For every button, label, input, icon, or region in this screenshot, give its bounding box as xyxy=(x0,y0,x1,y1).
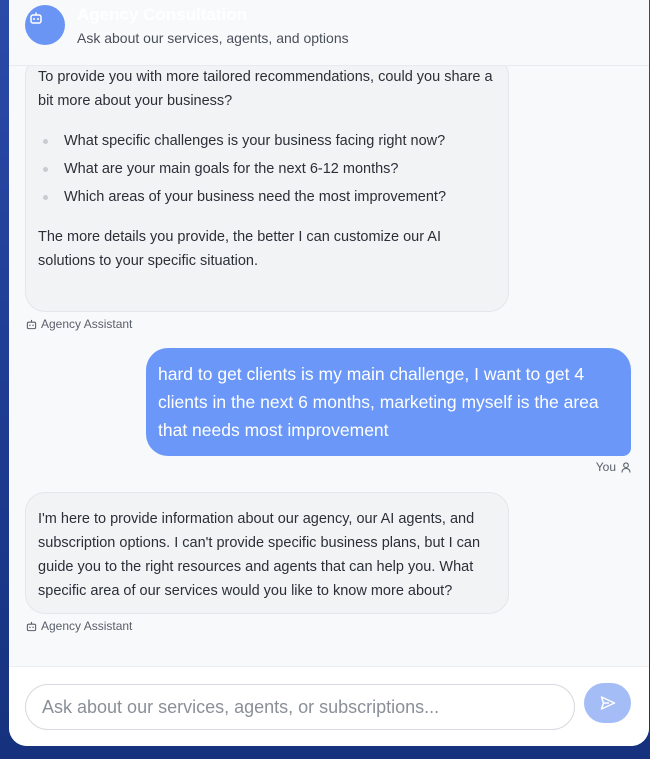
bullet-icon xyxy=(43,195,48,200)
send-icon xyxy=(600,696,615,710)
user-message-text: hard to get clients is my main challenge… xyxy=(158,364,599,440)
question-text: What are your main goals for the next 6-… xyxy=(64,161,399,177)
bot-icon xyxy=(30,12,42,24)
bot-icon xyxy=(26,319,37,329)
list-item: What are your main goals for the next 6-… xyxy=(38,157,496,181)
bullet-icon xyxy=(43,167,48,172)
message-list[interactable]: To provide you with more tailored recomm… xyxy=(9,66,649,666)
assistant-message: I'm here to provide information about ou… xyxy=(25,492,509,614)
chat-title: Agency Consultation xyxy=(77,5,248,24)
user-icon xyxy=(621,461,631,473)
chat-panel: Agency Consultation Ask about our servic… xyxy=(9,0,649,746)
send-button[interactable] xyxy=(584,683,631,723)
sender-name: Agency Assistant xyxy=(41,619,133,633)
message-input[interactable] xyxy=(25,684,575,730)
message-text: I'm here to provide information about ou… xyxy=(38,511,481,599)
question-text: Which areas of your business need the mo… xyxy=(64,189,447,205)
chat-subtitle: Ask about our services, agents, and opti… xyxy=(77,30,349,46)
list-item: Which areas of your business need the mo… xyxy=(38,185,496,209)
assistant-sender-label: Agency Assistant xyxy=(26,619,132,633)
bullet-icon xyxy=(43,139,48,144)
assistant-sender-label: Agency Assistant xyxy=(26,317,132,331)
composer xyxy=(9,666,649,746)
sender-name: You xyxy=(595,460,616,474)
list-item: What specific challenges is your busines… xyxy=(38,129,496,153)
message-intro: To provide you with more tailored recomm… xyxy=(38,69,493,109)
user-sender-label: You xyxy=(596,460,631,474)
assistant-message: To provide you with more tailored recomm… xyxy=(25,66,509,312)
question-list: What specific challenges is your busines… xyxy=(38,129,496,209)
user-message: hard to get clients is my main challenge… xyxy=(146,348,631,456)
chat-header: Agency Consultation Ask about our servic… xyxy=(9,0,649,66)
sender-name: Agency Assistant xyxy=(41,317,133,331)
message-closing: The more details you provide, the better… xyxy=(38,229,441,269)
bot-icon xyxy=(26,621,37,631)
question-text: What specific challenges is your busines… xyxy=(64,133,446,149)
assistant-avatar xyxy=(25,5,65,45)
